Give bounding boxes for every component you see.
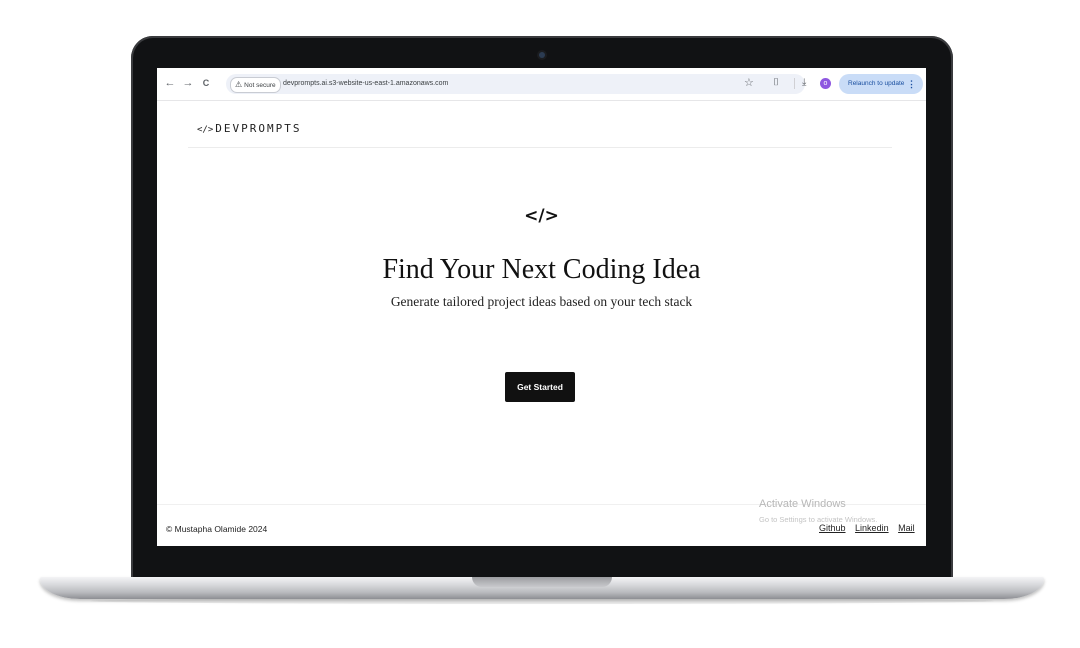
toolbar-divider [794, 78, 795, 89]
github-link[interactable]: Github [819, 523, 846, 533]
footer-links: Github Linkedin Mail [812, 523, 915, 533]
hero-subtitle: Generate tailored project ideas based on… [390, 294, 693, 309]
relaunch-label: Relaunch to update [848, 80, 905, 87]
code-brackets-icon: </> [197, 125, 214, 135]
download-icon[interactable]: ⤓ [802, 76, 806, 90]
browser-window: ← → C ⚠ Not secure devprompts.ai.s3-websi… [157, 68, 926, 546]
security-label: Not secure [244, 82, 276, 89]
browser-toolbar: ← → C ⚠ Not secure devprompts.ai.s3-websi… [157, 68, 926, 101]
activate-windows-title: Activate Windows [759, 498, 846, 510]
reload-icon[interactable]: C [199, 76, 213, 90]
get-started-button[interactable]: Get Started [505, 372, 575, 402]
bookmark-star-icon[interactable]: ☆ [744, 76, 754, 90]
logo-text: DEVPROMPTS [215, 122, 302, 135]
webcam [539, 52, 545, 58]
menu-kebab-icon[interactable]: ⋮ [907, 74, 916, 94]
profile-avatar[interactable]: o [820, 78, 831, 89]
relaunch-button[interactable]: Relaunch to update ⋮ [839, 74, 923, 94]
security-chip[interactable]: ⚠ Not secure [230, 77, 281, 93]
footer-copyright: © Mustapha Olamide 2024 [166, 524, 268, 534]
url-text[interactable]: devprompts.ai.s3-website-us-east-1.amazo… [283, 74, 448, 94]
code-icon: </> [524, 206, 559, 226]
linkedin-link[interactable]: Linkedin [855, 523, 889, 533]
mail-link[interactable]: Mail [898, 523, 915, 533]
address-bar[interactable]: ⚠ Not secure devprompts.ai.s3-website-us-… [226, 74, 805, 94]
back-icon[interactable]: ← [163, 76, 177, 90]
forward-icon[interactable]: → [181, 76, 195, 90]
warning-icon: ⚠ [235, 80, 243, 89]
laptop-hinge-notch [472, 577, 612, 587]
extensions-icon[interactable]: ⌷ [773, 76, 779, 90]
site-logo[interactable]: </> DEVPROMPTS [197, 122, 302, 135]
site-header: </> DEVPROMPTS [188, 100, 892, 148]
hero-title: Find Your Next Coding Idea [382, 254, 701, 285]
